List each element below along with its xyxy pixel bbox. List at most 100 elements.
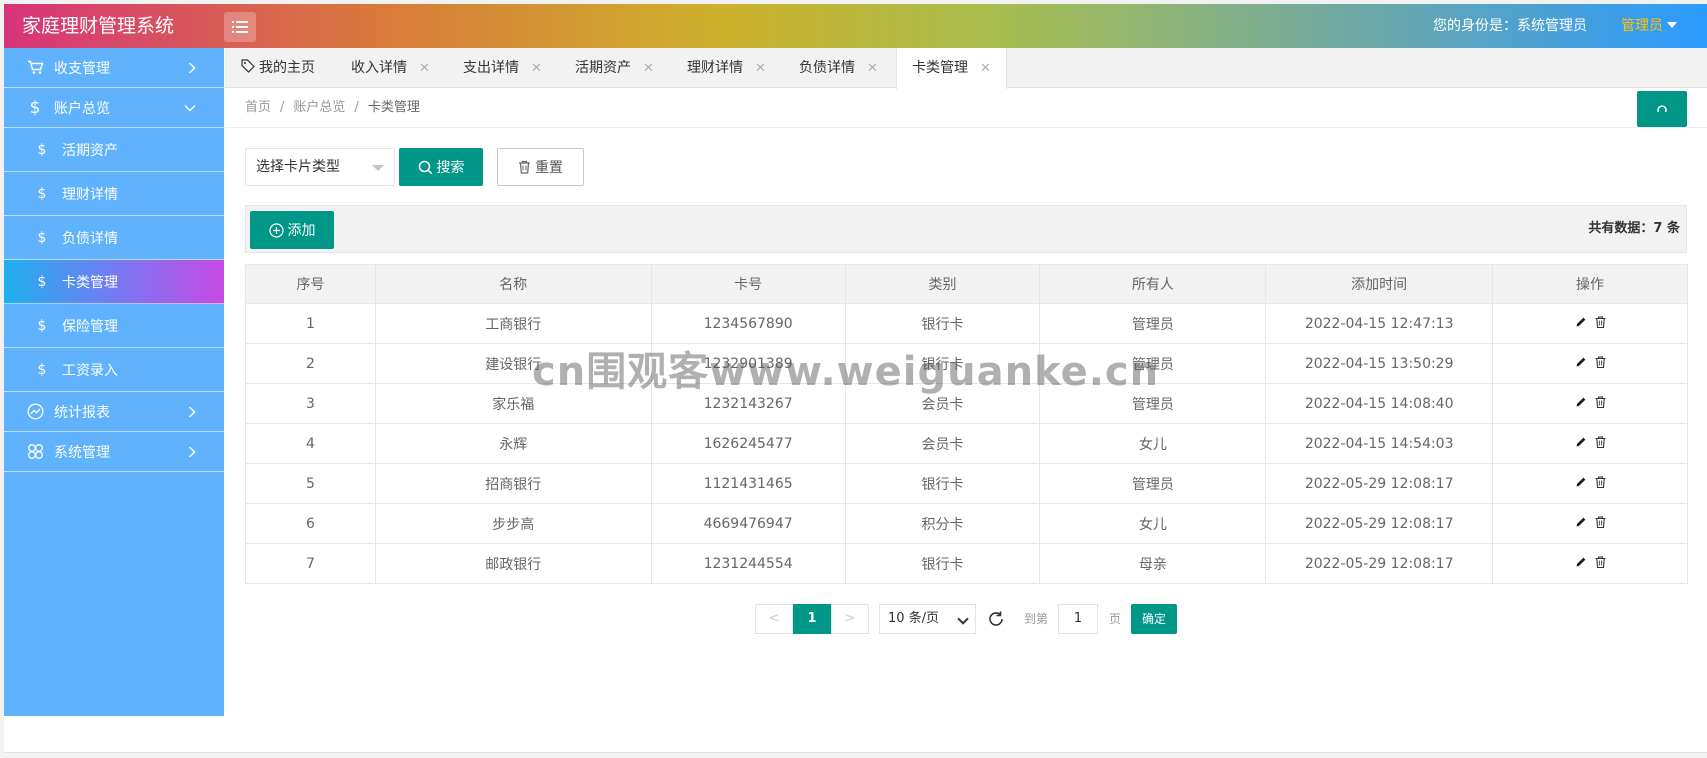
sidebar-item-card-management[interactable]: $ 卡类管理 xyxy=(4,260,224,304)
table-header-row: 序号 名称 卡号 类别 所有人 添加时间 操作 xyxy=(245,264,1688,304)
prev-page-button[interactable]: < xyxy=(755,604,793,634)
delete-icon[interactable] xyxy=(1595,435,1606,452)
user-role-dropdown[interactable]: 管理员 xyxy=(1621,4,1677,48)
table-row: 5 招商银行 1121431465 银行卡 管理员 2022-05-29 12:08:17 xyxy=(245,463,1688,504)
search-icon xyxy=(418,160,432,174)
table-cell: 2022-04-15 12:47:13 xyxy=(1265,303,1494,344)
app-frame: 家庭理财管理系统 您的身份是：系统管理员 管理员 收支管理 $ 账户总览 $ 活… xyxy=(4,4,1707,753)
total-count: 共有数据：7 条 xyxy=(1588,221,1680,236)
table-cell: 5 xyxy=(245,463,376,504)
dollar-icon: $ xyxy=(37,185,47,202)
table-row: 6 步步高 4669476947 积分卡 女儿 2022-05-29 12:08:17 xyxy=(245,503,1688,544)
tab-home[interactable]: 我的主页 xyxy=(241,48,315,88)
table-cell: 2022-05-29 12:08:17 xyxy=(1265,503,1494,544)
delete-icon[interactable] xyxy=(1595,395,1606,412)
tab-card-management[interactable]: 卡类管理 ✕ xyxy=(896,48,1007,89)
app-title: 家庭理财管理系统 xyxy=(22,15,175,37)
sidebar-item-label: 统计报表 xyxy=(54,404,110,421)
page-size-select[interactable]: 10 条/页 xyxy=(879,604,976,634)
table-cell: 银行卡 xyxy=(844,463,1041,504)
identity-text: 您的身份是：系统管理员 xyxy=(1433,18,1587,34)
refresh-icon[interactable] xyxy=(986,609,1006,629)
dollar-icon: $ xyxy=(37,229,47,246)
search-button[interactable]: 搜索 xyxy=(399,148,483,186)
edit-icon[interactable] xyxy=(1575,516,1587,532)
delete-icon[interactable] xyxy=(1595,475,1606,492)
delete-icon[interactable] xyxy=(1595,555,1606,572)
page-number-current[interactable]: 1 xyxy=(793,604,831,634)
sidebar-item-income-expense[interactable]: 收支管理 xyxy=(4,48,224,88)
refresh-icon xyxy=(1657,105,1667,113)
goto-confirm-button[interactable]: 确定 xyxy=(1131,604,1177,634)
table-row: 1 工商银行 1234567890 银行卡 管理员 2022-04-15 12:47:13 xyxy=(245,303,1688,344)
table-cell: 2022-05-29 12:08:17 xyxy=(1265,463,1494,504)
edit-icon[interactable] xyxy=(1575,396,1587,412)
dollar-icon: $ xyxy=(37,141,47,158)
table-cell: 2022-04-15 14:54:03 xyxy=(1265,423,1494,464)
sidebar-item-label: 活期资产 xyxy=(62,142,118,159)
add-button[interactable]: 添加 xyxy=(250,211,334,249)
tab-debt-details[interactable]: 负债详情 ✕ xyxy=(799,48,878,88)
chevron-down-icon xyxy=(957,613,969,625)
goto-page-input[interactable]: 1 xyxy=(1058,604,1098,634)
close-icon[interactable]: ✕ xyxy=(755,61,766,76)
table-cell: 银行卡 xyxy=(844,543,1041,584)
table-cell: 招商银行 xyxy=(374,463,652,504)
tab-finance-details[interactable]: 理财详情 ✕ xyxy=(687,48,766,88)
menu-toggle-button[interactable] xyxy=(224,12,256,42)
edit-icon[interactable] xyxy=(1575,476,1587,492)
row-actions xyxy=(1492,543,1688,584)
tab-income-details[interactable]: 收入详情 ✕ xyxy=(351,48,430,88)
card-type-select[interactable]: 选择卡片类型 xyxy=(245,148,395,186)
sidebar-item-account-overview[interactable]: $ 账户总览 xyxy=(4,88,224,128)
breadcrumb-separator: / xyxy=(354,100,359,115)
tab-current-assets[interactable]: 活期资产 ✕ xyxy=(575,48,654,88)
tab-label: 收入详情 xyxy=(351,60,407,76)
row-actions xyxy=(1492,463,1688,504)
table-cell: 7 xyxy=(245,543,376,584)
close-icon[interactable]: ✕ xyxy=(643,61,654,76)
table-cell: 工商银行 xyxy=(374,303,652,344)
edit-icon[interactable] xyxy=(1575,316,1587,332)
add-button-label: 添加 xyxy=(287,223,316,239)
table-cell: 母亲 xyxy=(1039,543,1267,584)
row-actions xyxy=(1492,423,1688,464)
sidebar-item-salary-entry[interactable]: $ 工资录入 xyxy=(4,348,224,392)
tab-label: 支出详情 xyxy=(463,60,519,76)
delete-icon[interactable] xyxy=(1595,515,1606,532)
table-cell: 1121431465 xyxy=(650,463,846,504)
search-button-label: 搜索 xyxy=(436,160,465,176)
page-refresh-button[interactable] xyxy=(1637,91,1687,127)
edit-icon[interactable] xyxy=(1575,436,1587,452)
table-cell: 1626245477 xyxy=(650,423,846,464)
sidebar-item-statistics[interactable]: 统计报表 xyxy=(4,392,224,432)
column-header: 名称 xyxy=(374,264,652,304)
column-header: 操作 xyxy=(1492,264,1688,304)
next-page-button[interactable]: > xyxy=(831,604,869,634)
trash-icon xyxy=(519,160,530,174)
sidebar-item-debt-details[interactable]: $ 负债详情 xyxy=(4,216,224,260)
table-cell: 3 xyxy=(245,383,376,424)
watermark: cn围观客www.weiguanke.cn xyxy=(532,349,1160,395)
tab-expense-details[interactable]: 支出详情 ✕ xyxy=(463,48,542,88)
sidebar-item-system[interactable]: 系统管理 xyxy=(4,432,224,472)
sidebar-item-insurance[interactable]: $ 保险管理 xyxy=(4,304,224,348)
edit-icon[interactable] xyxy=(1575,356,1587,372)
close-icon[interactable]: ✕ xyxy=(419,61,430,76)
card-type-select-placeholder: 选择卡片类型 xyxy=(256,159,340,175)
menu-list-icon xyxy=(232,21,248,33)
table-cell: 邮政银行 xyxy=(374,543,652,584)
reset-button[interactable]: 重置 xyxy=(497,148,584,186)
edit-icon[interactable] xyxy=(1575,556,1587,572)
sidebar-item-finance-details[interactable]: $ 理财详情 xyxy=(4,172,224,216)
close-icon[interactable]: ✕ xyxy=(867,61,878,76)
close-icon[interactable]: ✕ xyxy=(980,61,991,76)
breadcrumb-home[interactable]: 首页 xyxy=(245,100,271,115)
delete-icon[interactable] xyxy=(1595,355,1606,372)
table-cell: 4669476947 xyxy=(650,503,846,544)
close-icon[interactable]: ✕ xyxy=(531,61,542,76)
breadcrumb-account-overview[interactable]: 账户总览 xyxy=(293,100,345,115)
sidebar-item-current-assets[interactable]: $ 活期资产 xyxy=(4,128,224,172)
delete-icon[interactable] xyxy=(1595,315,1606,332)
column-header: 添加时间 xyxy=(1265,264,1494,304)
